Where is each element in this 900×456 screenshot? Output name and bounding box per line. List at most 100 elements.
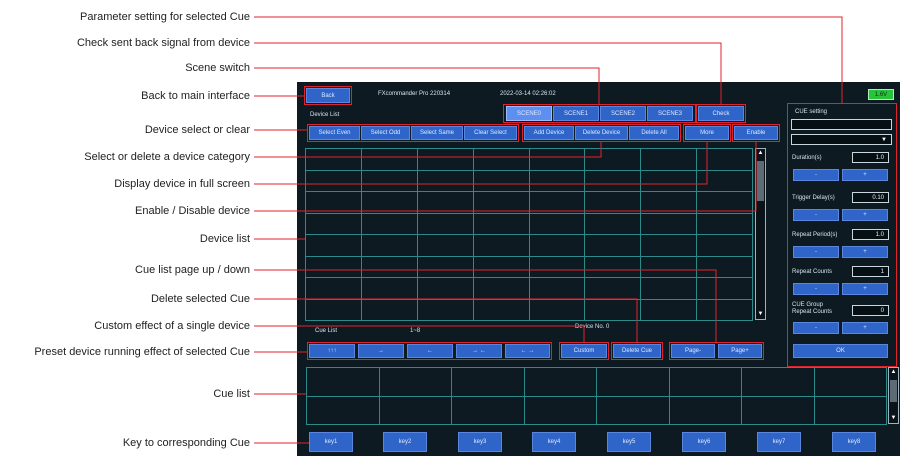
trigger-delay-plus-button[interactable]: + <box>842 209 888 221</box>
check-button[interactable]: Check <box>698 106 744 121</box>
scene-1-button[interactable]: SCENE1 <box>553 106 599 121</box>
key-2-button[interactable]: key2 <box>383 432 427 452</box>
duration-minus-button[interactable]: - <box>793 169 839 181</box>
device-cell[interactable] <box>528 169 586 192</box>
repeat-period-minus-button[interactable]: - <box>793 246 839 258</box>
cue-cell[interactable] <box>596 395 670 425</box>
device-cell[interactable] <box>472 255 530 278</box>
key-6-button[interactable]: key6 <box>682 432 726 452</box>
scroll-up-icon[interactable]: ▲ <box>757 150 764 157</box>
device-cell[interactable] <box>305 234 362 257</box>
effect-button-converge[interactable]: → ← <box>456 344 502 358</box>
device-cell[interactable] <box>696 255 753 278</box>
device-cell[interactable] <box>528 298 586 321</box>
cue-cell[interactable] <box>813 395 887 425</box>
trigger-delay-field[interactable]: 0.10 <box>852 192 889 203</box>
select-odd-button[interactable]: Select Odd <box>361 126 410 140</box>
device-cell[interactable] <box>360 191 418 214</box>
key-8-button[interactable]: key8 <box>832 432 876 452</box>
device-cell[interactable] <box>360 169 418 192</box>
device-cell[interactable] <box>640 277 698 300</box>
cue-cell[interactable] <box>306 367 380 397</box>
device-cell[interactable] <box>696 234 753 257</box>
device-cell[interactable] <box>416 298 474 321</box>
ok-button[interactable]: OK <box>793 344 888 358</box>
device-list-grid[interactable] <box>305 148 753 321</box>
device-cell[interactable] <box>584 191 642 214</box>
scene-0-button[interactable]: SCENE0 <box>506 106 552 121</box>
key-1-button[interactable]: key1 <box>309 432 353 452</box>
more-button[interactable]: More <box>685 126 729 140</box>
device-cell[interactable] <box>472 191 530 214</box>
cue-cell[interactable] <box>306 395 380 425</box>
device-cell[interactable] <box>528 148 586 171</box>
group-repeat-field[interactable]: 0 <box>852 305 889 316</box>
key-3-button[interactable]: key3 <box>458 432 502 452</box>
device-cell[interactable] <box>640 255 698 278</box>
device-cell[interactable] <box>640 234 698 257</box>
scene-3-button[interactable]: SCENE3 <box>647 106 693 121</box>
scene-2-button[interactable]: SCENE2 <box>600 106 646 121</box>
delete-device-button[interactable]: Delete Device <box>575 126 628 140</box>
duration-field[interactable]: 1.0 <box>852 152 889 163</box>
device-cell[interactable] <box>360 277 418 300</box>
device-cell[interactable] <box>305 212 362 235</box>
enable-button[interactable]: Enable <box>734 126 778 140</box>
select-even-button[interactable]: Select Even <box>309 126 360 140</box>
device-cell[interactable] <box>584 212 642 235</box>
device-cell[interactable] <box>640 169 698 192</box>
back-button[interactable]: Back <box>306 88 350 103</box>
cue-cell[interactable] <box>378 367 452 397</box>
device-cell[interactable] <box>305 298 362 321</box>
scroll-thumb[interactable] <box>757 161 764 201</box>
device-cell[interactable] <box>416 277 474 300</box>
device-cell[interactable] <box>360 148 418 171</box>
page-plus-button[interactable]: Page+ <box>718 344 762 358</box>
device-cell[interactable] <box>528 255 586 278</box>
effect-button-up[interactable]: ↑↑↑ <box>309 344 355 358</box>
device-cell[interactable] <box>696 169 753 192</box>
device-cell[interactable] <box>472 169 530 192</box>
device-cell[interactable] <box>528 234 586 257</box>
clear-select-button[interactable]: Clear Select <box>464 126 517 140</box>
delete-cue-button[interactable]: Delete Cue <box>613 344 661 358</box>
device-cell[interactable] <box>584 169 642 192</box>
device-cell[interactable] <box>528 277 586 300</box>
device-cell[interactable] <box>584 255 642 278</box>
group-repeat-minus-button[interactable]: - <box>793 322 839 334</box>
cue-cell[interactable] <box>523 367 597 397</box>
device-cell[interactable] <box>416 212 474 235</box>
repeat-period-field[interactable]: 1.0 <box>852 229 889 240</box>
repeat-counts-plus-button[interactable]: + <box>842 283 888 295</box>
device-cell[interactable] <box>528 212 586 235</box>
cue-cell[interactable] <box>741 367 815 397</box>
key-5-button[interactable]: key5 <box>607 432 651 452</box>
cue-cell[interactable] <box>378 395 452 425</box>
device-cell[interactable] <box>416 191 474 214</box>
device-cell[interactable] <box>640 298 698 321</box>
cue-scroll-down-icon[interactable]: ▼ <box>890 415 897 422</box>
effect-button-diverge[interactable]: ← → <box>505 344 550 358</box>
device-cell[interactable] <box>584 234 642 257</box>
scroll-down-icon[interactable]: ▼ <box>757 311 764 318</box>
device-cell[interactable] <box>360 212 418 235</box>
device-scrollbar[interactable]: ▲ ▼ <box>755 148 766 320</box>
device-cell[interactable] <box>584 277 642 300</box>
device-cell[interactable] <box>305 148 362 171</box>
cue-scroll-thumb[interactable] <box>890 380 897 402</box>
device-cell[interactable] <box>305 255 362 278</box>
cue-scroll-up-icon[interactable]: ▲ <box>890 369 897 376</box>
repeat-period-plus-button[interactable]: + <box>842 246 888 258</box>
cue-list-grid[interactable] <box>306 367 887 425</box>
cue-cell[interactable] <box>451 367 525 397</box>
repeat-counts-minus-button[interactable]: - <box>793 283 839 295</box>
device-cell[interactable] <box>696 212 753 235</box>
device-cell[interactable] <box>472 234 530 257</box>
device-cell[interactable] <box>696 191 753 214</box>
group-repeat-plus-button[interactable]: + <box>842 322 888 334</box>
device-cell[interactable] <box>360 255 418 278</box>
cue-type-select[interactable]: ▼ <box>791 134 892 145</box>
device-cell[interactable] <box>640 148 698 171</box>
delete-all-button[interactable]: Delete All <box>629 126 679 140</box>
device-cell[interactable] <box>360 234 418 257</box>
